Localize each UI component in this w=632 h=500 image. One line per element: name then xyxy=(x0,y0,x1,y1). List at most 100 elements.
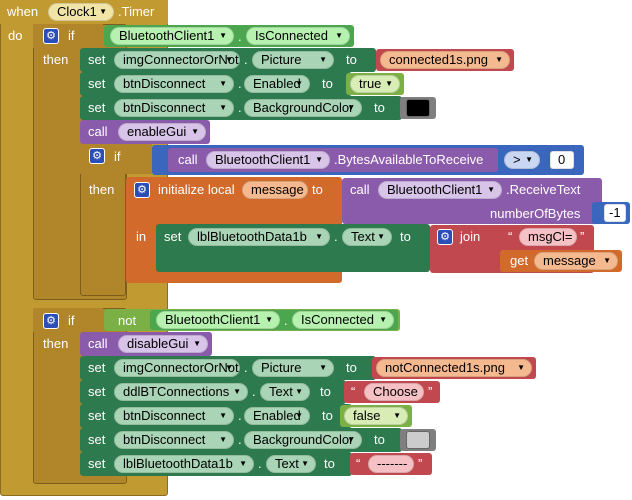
if-1-then-label: then xyxy=(43,52,69,67)
chevron-down-icon: ▼ xyxy=(319,363,327,372)
to-label: to xyxy=(322,408,333,423)
event-name-label: .Timer xyxy=(118,4,155,19)
set-property-dropdown[interactable]: BackgroundColor ▼ xyxy=(244,99,362,117)
chevron-down-icon: ▼ xyxy=(301,459,309,468)
dot-separator: . xyxy=(244,360,248,375)
open-quote: “ xyxy=(356,456,361,471)
if-1-condition-property-dropdown[interactable]: IsConnected ▼ xyxy=(246,27,350,45)
dot-separator: . xyxy=(284,313,288,328)
call-label: call xyxy=(88,336,108,351)
set-component-dropdown[interactable]: ddlBTConnections ▼ xyxy=(114,383,248,401)
gear-icon[interactable]: ⚙ xyxy=(89,148,105,164)
asset-dropdown[interactable]: notConnected1s.png ▼ xyxy=(376,359,532,377)
if-2-condition-component-dropdown[interactable]: BluetoothClient1 ▼ xyxy=(156,311,280,329)
event-component-dropdown[interactable]: Clock1 ▼ xyxy=(48,3,114,21)
chevron-down-icon: ▼ xyxy=(487,185,495,194)
set-property-dropdown[interactable]: Picture ▼ xyxy=(252,359,334,377)
method-name-label: .BytesAvailableToReceive xyxy=(334,152,484,167)
set-component-dropdown[interactable]: btnDisconnect ▼ xyxy=(114,99,234,117)
set-property-dropdown[interactable]: BackgroundColor ▼ xyxy=(244,431,362,449)
color-swatch-light-grey[interactable] xyxy=(406,431,430,449)
to-label: to xyxy=(374,432,385,447)
set-label: set xyxy=(88,432,106,447)
init-local-label: initialize local xyxy=(158,182,235,197)
set-component-dropdown[interactable]: lblBluetoothData1b ▼ xyxy=(114,455,254,473)
to-label: to xyxy=(346,52,357,67)
set-component-dropdown[interactable]: btnDisconnect ▼ xyxy=(114,431,234,449)
gear-icon[interactable]: ⚙ xyxy=(43,28,59,44)
to-label: to xyxy=(324,456,335,471)
chevron-down-icon: ▼ xyxy=(193,339,201,348)
chevron-down-icon: ▼ xyxy=(295,79,303,88)
chevron-down-icon: ▼ xyxy=(377,232,385,241)
gear-icon[interactable]: ⚙ xyxy=(134,182,150,198)
set-property-dropdown[interactable]: Text ▼ xyxy=(260,383,310,401)
set-component-dropdown[interactable]: imgConnectorOrNot ▼ xyxy=(114,51,240,69)
if-2-condition-property-dropdown[interactable]: IsConnected ▼ xyxy=(292,311,394,329)
set-property-dropdown[interactable]: Enabled ▼ xyxy=(244,407,310,425)
join-text-input[interactable]: msgCl= xyxy=(519,228,577,246)
procedure-dropdown[interactable]: disableGui ▼ xyxy=(118,335,208,353)
receive-component-dropdown[interactable]: BluetoothClient1 ▼ xyxy=(378,181,502,199)
set-component-dropdown[interactable]: btnDisconnect ▼ xyxy=(114,407,234,425)
set-property-dropdown[interactable]: Text ▼ xyxy=(342,228,392,246)
set-label: set xyxy=(88,408,106,423)
chevron-down-icon: ▼ xyxy=(385,79,393,88)
param-label: numberOfBytes xyxy=(490,206,581,221)
do-label: do xyxy=(8,28,23,43)
method-component-dropdown[interactable]: BluetoothClient1 ▼ xyxy=(206,151,330,169)
dot-separator: . xyxy=(238,408,242,423)
set-component-dropdown[interactable]: lblBluetoothData1b ▼ xyxy=(188,228,330,246)
get-variable-dropdown[interactable]: message ▼ xyxy=(534,252,618,270)
inner-if-label: if xyxy=(114,149,121,164)
open-quote: “ xyxy=(508,229,513,244)
chevron-down-icon: ▼ xyxy=(295,411,303,420)
gear-icon[interactable]: ⚙ xyxy=(43,313,59,329)
join-label: join xyxy=(460,229,481,244)
set-component-dropdown[interactable]: btnDisconnect ▼ xyxy=(114,75,234,93)
text-input[interactable]: Choose xyxy=(364,383,424,401)
set-label: set xyxy=(88,100,106,115)
receive-method-label: .ReceiveText xyxy=(506,182,581,197)
get-label: get xyxy=(510,253,529,268)
chevron-down-icon: ▼ xyxy=(219,435,227,444)
chevron-down-icon: ▼ xyxy=(233,387,241,396)
number-input[interactable]: 0 xyxy=(550,151,574,169)
chevron-down-icon: ▼ xyxy=(99,7,107,16)
operator-dropdown[interactable]: > ▼ xyxy=(504,151,540,169)
call-label: call xyxy=(350,182,370,197)
call-label: call xyxy=(178,152,198,167)
local-variable-name-field[interactable]: message xyxy=(242,181,308,199)
set-property-dropdown[interactable]: Picture ▼ xyxy=(252,51,334,69)
asset-dropdown[interactable]: connected1s.png ▼ xyxy=(380,51,510,69)
chevron-down-icon: ▼ xyxy=(225,55,233,64)
close-quote: ” xyxy=(580,229,585,244)
to-label: to xyxy=(374,100,385,115)
if-1-condition-component-dropdown[interactable]: BluetoothClient1 ▼ xyxy=(110,27,234,45)
set-property-dropdown[interactable]: Enabled ▼ xyxy=(244,75,310,93)
logic-value-dropdown[interactable]: false ▼ xyxy=(344,407,408,425)
gear-icon[interactable]: ⚙ xyxy=(437,229,453,245)
color-swatch-black[interactable] xyxy=(406,99,430,117)
close-quote: ” xyxy=(418,456,423,471)
to-label: to xyxy=(400,229,411,244)
dot-separator: . xyxy=(252,384,256,399)
chevron-down-icon: ▼ xyxy=(347,435,355,444)
if-2-label: if xyxy=(68,313,75,328)
bytes-number-input[interactable]: -1 xyxy=(604,204,626,222)
if-1-label: if xyxy=(68,28,75,43)
procedure-dropdown[interactable]: enableGui ▼ xyxy=(118,123,206,141)
set-property-dropdown[interactable]: Text ▼ xyxy=(266,455,316,473)
text-input[interactable]: ------- xyxy=(368,455,414,473)
to-label: to xyxy=(346,360,357,375)
chevron-down-icon: ▼ xyxy=(219,79,227,88)
chevron-down-icon: ▼ xyxy=(379,315,387,324)
chevron-down-icon: ▼ xyxy=(525,155,533,164)
chevron-down-icon: ▼ xyxy=(347,103,355,112)
set-component-dropdown[interactable]: imgConnectorOrNot ▼ xyxy=(114,359,240,377)
chevron-down-icon: ▼ xyxy=(295,387,303,396)
close-quote: ” xyxy=(428,384,433,399)
chevron-down-icon: ▼ xyxy=(219,31,227,40)
logic-value-dropdown[interactable]: true ▼ xyxy=(350,75,400,93)
inner-if-then-label: then xyxy=(89,182,115,197)
